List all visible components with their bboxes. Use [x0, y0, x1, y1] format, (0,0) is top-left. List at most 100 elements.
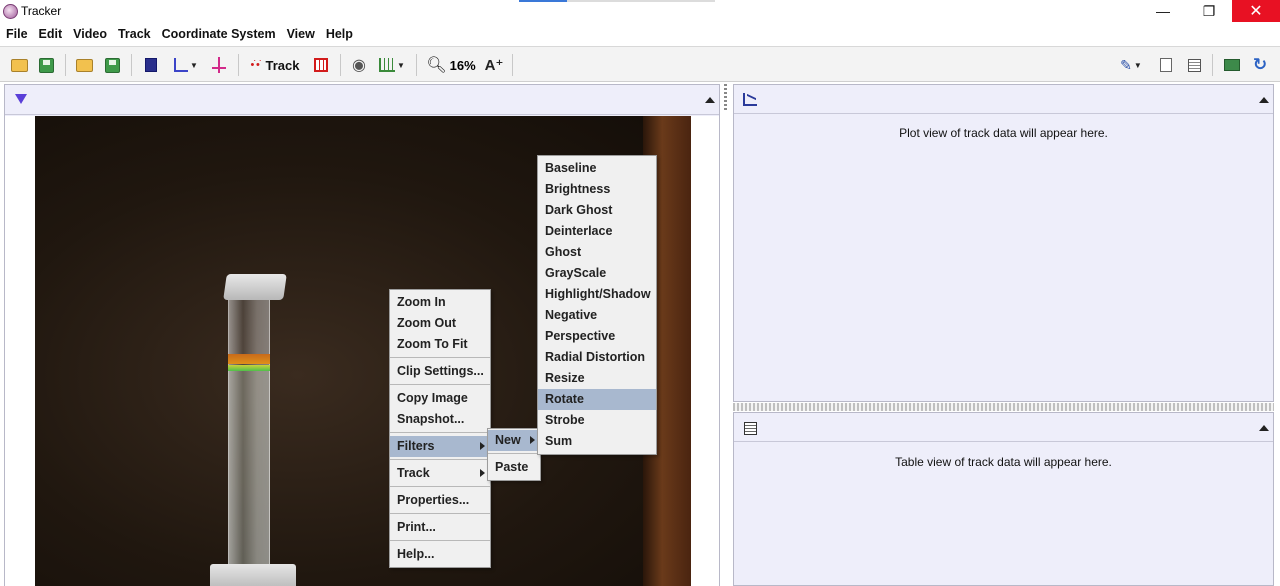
- filter-highlight-shadow[interactable]: Highlight/Shadow: [538, 284, 656, 305]
- table-icon[interactable]: [744, 422, 757, 435]
- title-accent-secondary: [567, 0, 715, 2]
- caret-down-icon: ▼: [397, 60, 405, 70]
- menu-item-new-filter[interactable]: New: [488, 430, 540, 451]
- cylinder-base: [210, 564, 296, 586]
- menu-item-help[interactable]: Help...: [390, 544, 490, 565]
- track-control-button[interactable]: [311, 54, 331, 76]
- caret-down-icon: ▼: [1133, 60, 1142, 70]
- filter-negative[interactable]: Negative: [538, 305, 656, 326]
- menu-item-filters[interactable]: Filters: [390, 436, 490, 457]
- plot-panel: Plot view of track data will appear here…: [733, 84, 1274, 402]
- menu-item-clip-settings[interactable]: Clip Settings...: [390, 361, 490, 382]
- submenu-arrow-icon: [530, 436, 535, 444]
- filter-ghost[interactable]: Ghost: [538, 242, 656, 263]
- export-icon: [104, 57, 120, 73]
- tape-measure-button[interactable]: [208, 54, 230, 76]
- submenu-arrow-icon: [480, 442, 485, 450]
- filter-grayscale[interactable]: GrayScale: [538, 263, 656, 284]
- submenu-arrow-icon: [480, 469, 485, 477]
- collapse-up-icon[interactable]: [705, 97, 715, 103]
- menu-item-zoom-to-fit[interactable]: Zoom To Fit: [390, 334, 490, 355]
- visibility-button[interactable]: ◉: [348, 54, 370, 76]
- menu-edit[interactable]: Edit: [39, 27, 63, 41]
- filter-sum[interactable]: Sum: [538, 431, 656, 452]
- minimize-button[interactable]: —: [1140, 0, 1186, 22]
- filter-strobe[interactable]: Strobe: [538, 410, 656, 431]
- pencil-icon: ✎: [1120, 56, 1132, 73]
- menu-item-snapshot[interactable]: Snapshot...: [390, 409, 490, 430]
- toolbar-separator: [238, 54, 239, 76]
- menu-video[interactable]: Video: [73, 27, 107, 41]
- open-video-button[interactable]: [74, 54, 94, 76]
- open-button[interactable]: [9, 54, 29, 76]
- export-button[interactable]: [102, 54, 122, 76]
- filter-radial-distortion[interactable]: Radial Distortion: [538, 347, 656, 368]
- save-button[interactable]: [36, 54, 56, 76]
- plot-placeholder-message: Plot view of track data will appear here…: [899, 126, 1108, 140]
- filter-deinterlace[interactable]: Deinterlace: [538, 221, 656, 242]
- memory-button[interactable]: [1222, 54, 1242, 76]
- menu-file[interactable]: File: [6, 27, 28, 41]
- zoom-level: 16%: [449, 57, 476, 73]
- menu-view[interactable]: View: [287, 27, 315, 41]
- menu-item-track[interactable]: Track: [390, 463, 490, 484]
- new-filter-submenu: Baseline Brightness Dark Ghost Deinterla…: [537, 155, 657, 455]
- table-panel: Table view of track data will appear her…: [733, 412, 1274, 586]
- toolbar-separator: [1212, 54, 1213, 76]
- split-divider[interactable]: [721, 84, 730, 586]
- menu-item-paste-filter[interactable]: Paste: [488, 457, 540, 478]
- filter-rotate[interactable]: Rotate: [538, 389, 656, 410]
- open-video-icon: [75, 58, 93, 72]
- film-icon: [145, 58, 157, 72]
- toolbar-separator: [65, 54, 66, 76]
- maximize-button[interactable]: ❐: [1186, 0, 1232, 22]
- chart-button[interactable]: ▼: [377, 54, 407, 76]
- chart-icon: [379, 58, 396, 72]
- font-size-button[interactable]: A⁺: [483, 54, 505, 76]
- create-track-button[interactable]: •˙•˙ Track: [247, 54, 303, 76]
- menu-track[interactable]: Track: [118, 27, 151, 41]
- font-size-icon: A⁺: [484, 57, 504, 74]
- video-panel-header: [5, 85, 719, 115]
- menu-item-zoom-in[interactable]: Zoom In: [390, 292, 490, 313]
- toolbar-separator: [512, 54, 513, 76]
- save-icon: [38, 57, 54, 73]
- axes-button[interactable]: ▼: [170, 54, 200, 76]
- filter-brightness[interactable]: Brightness: [538, 179, 656, 200]
- plot-icon[interactable]: [743, 93, 757, 106]
- refresh-button[interactable]: ↻: [1250, 54, 1270, 76]
- menu-item-track-label: Track: [397, 466, 430, 480]
- menu-bar: File Edit Video Track Coordinate System …: [0, 24, 1280, 44]
- track-selector-icon[interactable]: [15, 94, 27, 104]
- plot-panel-header: [734, 85, 1273, 114]
- menu-item-filters-label: Filters: [397, 439, 435, 453]
- zoom-button[interactable]: 🔍︎ 16%: [426, 54, 476, 76]
- table-placeholder-message: Table view of track data will appear her…: [895, 455, 1112, 469]
- drawing-button[interactable]: ✎ ▼: [1116, 54, 1146, 76]
- video-context-menu: Zoom In Zoom Out Zoom To Fit Clip Settin…: [389, 289, 491, 568]
- note-icon: [1187, 58, 1201, 72]
- notes-button[interactable]: [1185, 54, 1203, 76]
- filter-resize[interactable]: Resize: [538, 368, 656, 389]
- cylinder-cap: [223, 274, 287, 300]
- title-accent: [519, 0, 567, 2]
- filter-dark-ghost[interactable]: Dark Ghost: [538, 200, 656, 221]
- menu-item-zoom-out[interactable]: Zoom Out: [390, 313, 490, 334]
- collapse-up-icon[interactable]: [1259, 425, 1269, 431]
- menu-item-properties[interactable]: Properties...: [390, 490, 490, 511]
- track-button-label: Track: [265, 57, 300, 73]
- notes-page-button[interactable]: [1157, 54, 1175, 76]
- close-button[interactable]: ✕: [1232, 0, 1280, 22]
- open-folder-icon: [10, 58, 28, 72]
- filter-perspective[interactable]: Perspective: [538, 326, 656, 347]
- graduated-cylinder: [228, 284, 270, 586]
- split-divider-grip[interactable]: [724, 84, 727, 112]
- menu-help[interactable]: Help: [326, 27, 353, 41]
- menu-coordinate-system[interactable]: Coordinate System: [162, 27, 276, 41]
- menu-item-print[interactable]: Print...: [390, 517, 490, 538]
- horizontal-split-divider[interactable]: [733, 403, 1274, 411]
- clip-settings-button[interactable]: [141, 54, 161, 76]
- collapse-up-icon[interactable]: [1259, 97, 1269, 103]
- menu-item-copy-image[interactable]: Copy Image: [390, 388, 490, 409]
- filter-baseline[interactable]: Baseline: [538, 158, 656, 179]
